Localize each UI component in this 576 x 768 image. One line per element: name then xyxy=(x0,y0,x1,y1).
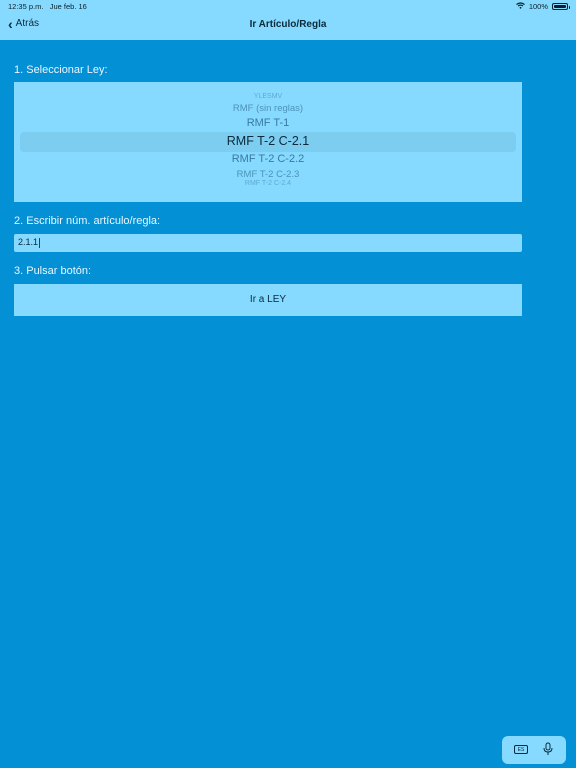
keyboard-language-icon[interactable]: ES xyxy=(514,745,528,754)
picker-item[interactable]: RMF T-2 C-2.2 xyxy=(14,153,522,165)
keyboard-shortcut-bar: ES xyxy=(502,736,566,764)
picker-item[interactable]: RMF (sin reglas) xyxy=(14,103,522,114)
text-caret xyxy=(39,237,41,248)
article-number-input[interactable]: 2.1.1 xyxy=(14,234,522,252)
step1-label: 1. Seleccionar Ley: xyxy=(14,64,108,76)
microphone-icon[interactable] xyxy=(542,742,554,756)
law-picker[interactable]: YLESMV RMF (sin reglas) RMF T-1 RMF T-2 … xyxy=(14,82,522,202)
picker-item-selected[interactable]: RMF T-2 C-2.1 xyxy=(14,134,522,148)
battery-fill xyxy=(554,5,566,8)
battery-icon xyxy=(552,3,570,10)
step2-label: 2. Escribir núm. artículo/regla: xyxy=(14,215,161,227)
article-number-value: 2.1.1 xyxy=(18,237,39,247)
status-right: 100% xyxy=(515,2,570,11)
page-title: Ir Artículo/Regla xyxy=(249,19,327,30)
step3-label: 3. Pulsar botón: xyxy=(14,265,92,277)
wifi-icon xyxy=(515,2,525,11)
picker-item[interactable]: YLESMV xyxy=(14,93,522,100)
navigation-bar: 12:35 p.m. Jue feb. 16 100% ‹ Atrás Ir A… xyxy=(0,0,576,40)
battery-percent: 100% xyxy=(528,2,548,11)
picker-item[interactable]: RMF T-2 C-2.4 xyxy=(14,180,522,187)
picker-item[interactable]: RMF T-1 xyxy=(14,117,522,129)
picker-item[interactable]: RMF T-2 C-2.3 xyxy=(14,169,522,180)
status-bar: 12:35 p.m. Jue feb. 16 100% xyxy=(0,0,576,14)
go-to-law-button[interactable]: Ir a LEY xyxy=(14,284,522,316)
status-time: 12:35 p.m. Jue feb. 16 xyxy=(8,2,87,11)
